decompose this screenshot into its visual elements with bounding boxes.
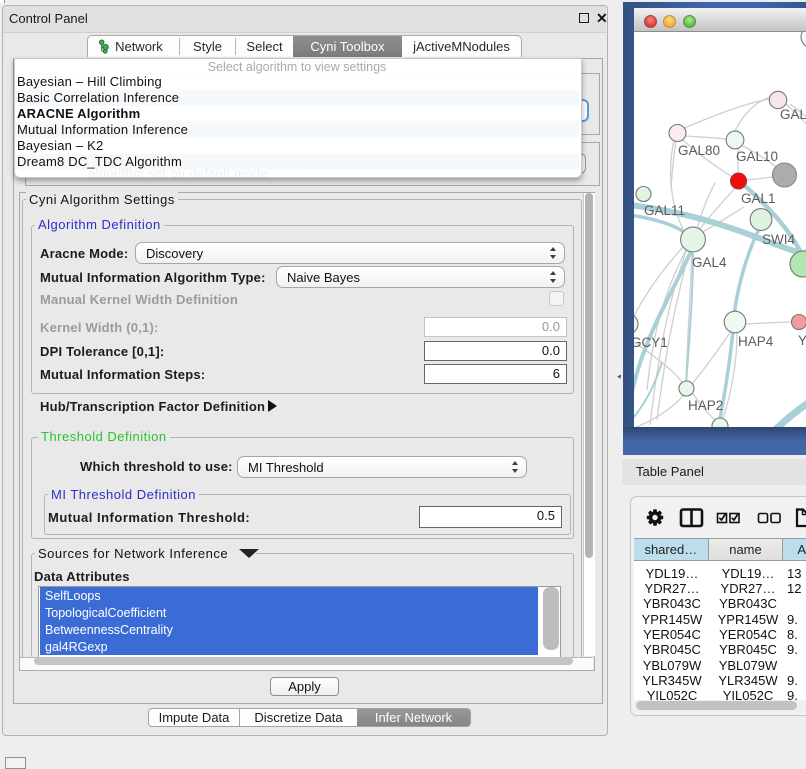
svg-text:GAL11: GAL11 xyxy=(644,203,685,218)
svg-text:Y: Y xyxy=(798,333,806,348)
svg-text:SWI4: SWI4 xyxy=(762,232,795,247)
svg-text:GAL80: GAL80 xyxy=(678,143,720,158)
svg-text:GAL7: GAL7 xyxy=(780,107,806,122)
svg-text:GAL1: GAL1 xyxy=(741,191,776,206)
svg-text:GAL4: GAL4 xyxy=(692,255,727,270)
svg-text:HAP4: HAP4 xyxy=(738,334,774,349)
svg-text:HAP2: HAP2 xyxy=(688,398,723,413)
svg-text:GAL10: GAL10 xyxy=(736,149,778,164)
svg-text:GCY1: GCY1 xyxy=(634,335,668,350)
